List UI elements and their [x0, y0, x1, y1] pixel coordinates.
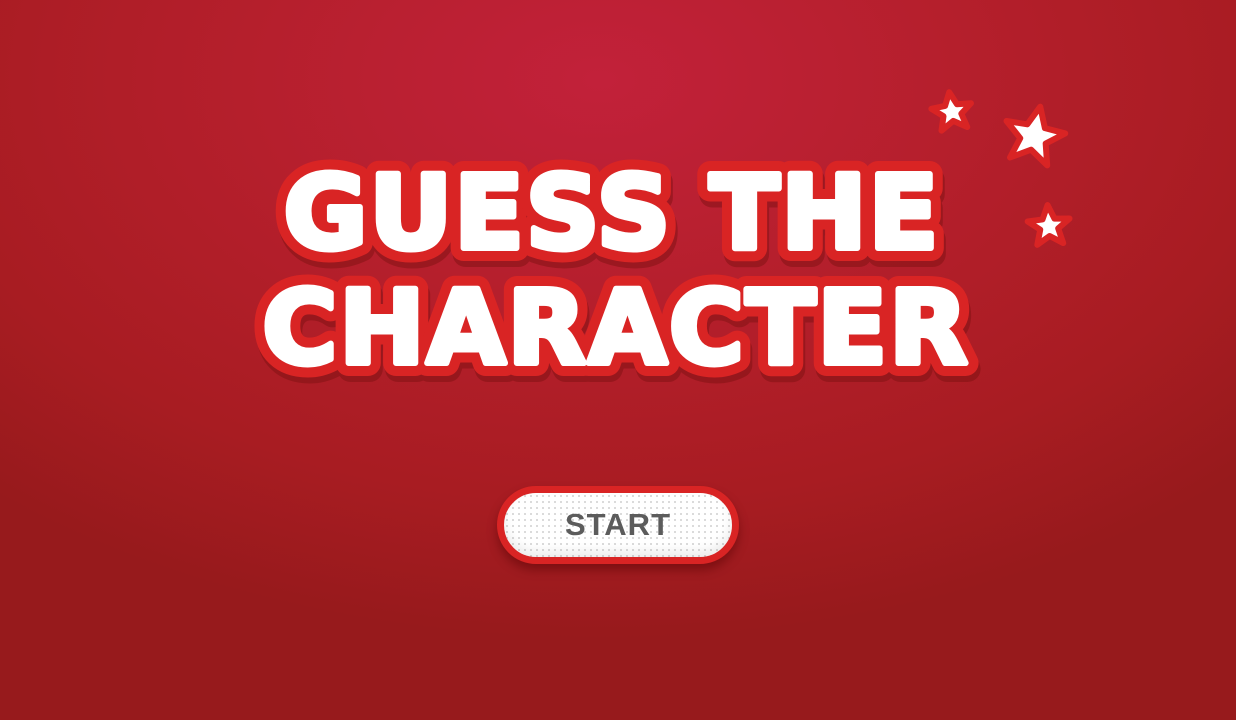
- game-title-line-2: CHARACTER CHARACTER CHARACTER: [249, 256, 982, 407]
- star-icon: [928, 89, 974, 134]
- game-title-text-2: CHARACTER: [262, 269, 969, 388]
- star-icon: [1024, 202, 1073, 248]
- star-icon: [1003, 103, 1069, 169]
- start-button[interactable]: START: [497, 486, 739, 564]
- svg-text:CHARACTER: CHARACTER: [262, 269, 969, 388]
- start-button-label: START: [564, 507, 672, 542]
- title-screen: GUESS THE GUESS THE GUESS THE CHARACTER …: [0, 0, 1236, 720]
- stars-decoration: [928, 89, 1073, 248]
- svg-text:GUESS THE: GUESS THE: [284, 154, 941, 273]
- game-title-text-1: GUESS THE: [284, 154, 941, 273]
